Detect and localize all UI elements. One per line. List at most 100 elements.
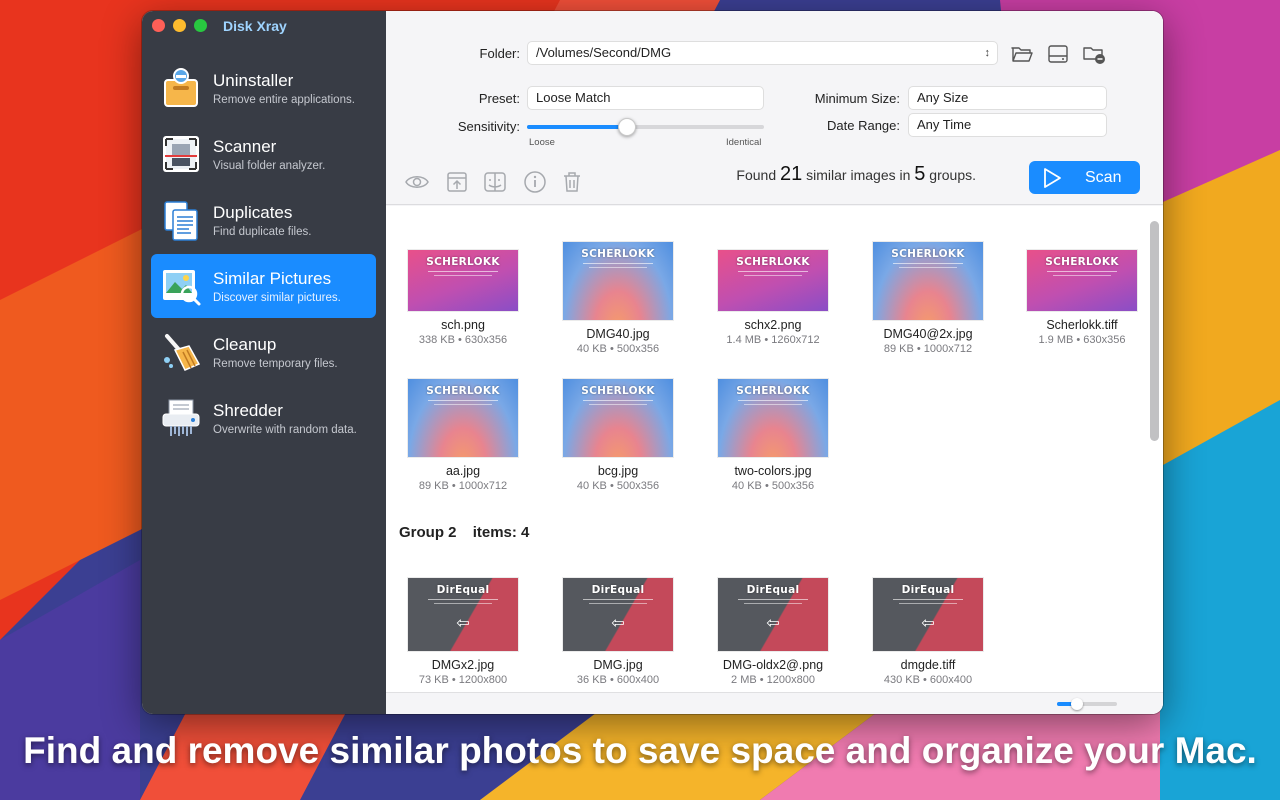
thumbnail-detail — [893, 263, 963, 264]
duplicates-documents-icon — [164, 201, 198, 241]
minimize-window-button[interactable] — [173, 19, 186, 32]
file-name: DMG-oldx2@.png — [722, 658, 824, 672]
uninstaller-box-icon — [164, 68, 198, 107]
preset-label: Preset: — [478, 91, 520, 106]
thumbnail-detail — [744, 404, 802, 405]
sidebar-item-subtitle: Discover similar pictures. — [213, 292, 341, 304]
info-icon[interactable] — [523, 170, 547, 194]
thumbnail-detail — [1053, 275, 1111, 276]
groups-count: 5 — [914, 163, 926, 185]
sidebar-item-title: Duplicates — [213, 203, 293, 222]
chevron-updown-icon: ↕ — [984, 47, 991, 59]
sidebar-item-uninstaller[interactable]: Uninstaller Remove entire applications. — [151, 56, 376, 120]
thumbnail-size-slider[interactable] — [1057, 698, 1117, 710]
thumbnail-detail — [434, 275, 492, 276]
thumbnail-detail — [589, 267, 647, 268]
thumbnail-size-slider-knob[interactable] — [1070, 698, 1083, 710]
scanner-icon — [163, 136, 199, 172]
file-name: aa.jpg — [445, 464, 481, 478]
file-name: Scherlokk.tiff — [1046, 318, 1118, 332]
thumbnail-logo-text: SCHERLOKK — [581, 248, 655, 260]
preset-select[interactable]: Loose Match — [527, 86, 764, 110]
results-summary: Found 21 similar images in 5 groups. — [736, 163, 976, 186]
thumbnail-image: SCHERLOKK — [563, 242, 673, 320]
group-header: Group 2 items: 4 — [399, 524, 541, 541]
scan-button-label: Scan — [1085, 168, 1122, 186]
sidebar-nav: Uninstaller Remove entire applications. … — [151, 56, 376, 452]
window-controls — [152, 19, 207, 32]
file-meta: 40 KB • 500x356 — [576, 480, 660, 492]
image-thumbnail[interactable]: DirEqual ⇦ DMG-oldx2@.png 2 MB • 1200x800 — [696, 578, 850, 686]
sidebar-item-cleanup[interactable]: Cleanup Remove temporary files. — [151, 320, 376, 384]
reveal-in-finder-icon[interactable] — [483, 170, 507, 194]
thumbnail-image: DirEqual ⇦ — [563, 578, 673, 651]
file-name: bcg.jpg — [597, 464, 639, 478]
file-meta: 89 KB • 1000x712 — [883, 343, 973, 355]
thumbnail-logo-text: DirEqual — [591, 584, 645, 596]
scan-button[interactable]: Scan — [1029, 161, 1140, 194]
thumbnail-detail — [428, 271, 498, 272]
thumbnail-detail — [744, 275, 802, 276]
file-meta: 73 KB • 1200x800 — [418, 674, 508, 686]
export-icon[interactable] — [445, 170, 469, 194]
sidebar-item-scanner[interactable]: Scanner Visual folder analyzer. — [151, 122, 376, 186]
image-thumbnail[interactable]: DirEqual ⇦ dmgde.tiff 430 KB • 600x400 — [851, 578, 1005, 686]
image-thumbnail[interactable]: SCHERLOKK schx2.png 1.4 MB • 1260x712 — [696, 250, 850, 346]
sidebar-item-duplicates[interactable]: Duplicates Find duplicate files. — [151, 188, 376, 252]
file-name: two-colors.jpg — [734, 464, 812, 478]
marketing-caption: Find and remove similar photos to save s… — [23, 730, 1257, 771]
bottom-bar — [386, 692, 1163, 714]
image-thumbnail[interactable]: SCHERLOKK Scherlokk.tiff 1.9 MB • 630x356 — [1005, 250, 1159, 346]
file-meta: 89 KB • 1000x712 — [418, 480, 508, 492]
min-size-select[interactable]: Any Size — [908, 86, 1107, 110]
open-folder-icon[interactable] — [1010, 43, 1034, 65]
folder-select[interactable]: /Volumes/Second/DMG ↕ — [527, 41, 998, 65]
file-meta: 40 KB • 500x356 — [731, 480, 815, 492]
thumbnail-detail — [428, 599, 498, 600]
thumbnail-detail — [738, 400, 808, 401]
thumbnail-image: SCHERLOKK — [1027, 250, 1137, 311]
sidebar-item-subtitle: Remove entire applications. — [213, 94, 355, 106]
zoom-window-button[interactable] — [194, 19, 207, 32]
play-icon — [1044, 167, 1061, 188]
min-size-label: Minimum Size: — [814, 91, 900, 106]
image-thumbnail[interactable]: SCHERLOKK sch.png 338 KB • 630x356 — [386, 250, 540, 346]
thumbnail-detail — [583, 263, 653, 264]
disk-drive-icon[interactable] — [1046, 43, 1070, 65]
file-name: DMGx2.jpg — [431, 658, 495, 672]
results-scrollbar[interactable] — [1150, 221, 1159, 441]
thumbnail-image: SCHERLOKK — [718, 379, 828, 457]
image-thumbnail[interactable]: DirEqual ⇦ DMGx2.jpg 73 KB • 1200x800 — [386, 578, 540, 686]
arrow-left-icon: ⇦ — [921, 613, 935, 632]
preview-eye-icon[interactable] — [405, 170, 429, 194]
sensitivity-slider-knob[interactable] — [617, 118, 636, 136]
folder-label: Folder: — [479, 46, 520, 61]
sidebar-item-similar-pictures[interactable]: Similar Pictures Discover similar pictur… — [151, 254, 376, 318]
sidebar: Disk Xray Uninstaller Remove entire appl… — [142, 11, 386, 714]
thumbnail-detail — [434, 404, 492, 405]
sensitivity-slider-fill — [527, 125, 627, 129]
image-thumbnail[interactable]: SCHERLOKK DMG40.jpg 40 KB • 500x356 — [541, 242, 695, 355]
folder-minus-icon[interactable] — [1082, 43, 1106, 65]
image-thumbnail[interactable]: SCHERLOKK two-colors.jpg 40 KB • 500x356 — [696, 379, 850, 492]
image-thumbnail[interactable]: DirEqual ⇦ DMG.jpg 36 KB • 600x400 — [541, 578, 695, 686]
file-meta: 430 KB • 600x400 — [883, 674, 973, 686]
file-name: DMG.jpg — [593, 658, 643, 672]
min-size-value: Any Size — [917, 90, 969, 105]
thumbnail-detail — [583, 400, 653, 401]
image-thumbnail[interactable]: SCHERLOKK bcg.jpg 40 KB • 500x356 — [541, 379, 695, 492]
sidebar-item-shredder[interactable]: Shredder Overwrite with random data. — [151, 386, 376, 450]
images-count: 21 — [780, 163, 803, 185]
trash-icon[interactable] — [560, 170, 584, 194]
thumbnail-logo-text: SCHERLOKK — [736, 256, 810, 268]
image-thumbnail[interactable]: SCHERLOKK aa.jpg 89 KB • 1000x712 — [386, 379, 540, 492]
sensitivity-slider[interactable] — [527, 118, 764, 136]
sidebar-item-title: Cleanup — [213, 335, 277, 354]
file-meta: 2 MB • 1200x800 — [731, 674, 815, 686]
date-range-select[interactable]: Any Time — [908, 113, 1107, 137]
thumbnail-detail — [434, 603, 492, 604]
thumbnail-image: DirEqual ⇦ — [408, 578, 518, 651]
thumbnail-image: SCHERLOKK — [408, 250, 518, 311]
close-window-button[interactable] — [152, 19, 165, 32]
image-thumbnail[interactable]: SCHERLOKK DMG40@2x.jpg 89 KB • 1000x712 — [851, 242, 1005, 355]
